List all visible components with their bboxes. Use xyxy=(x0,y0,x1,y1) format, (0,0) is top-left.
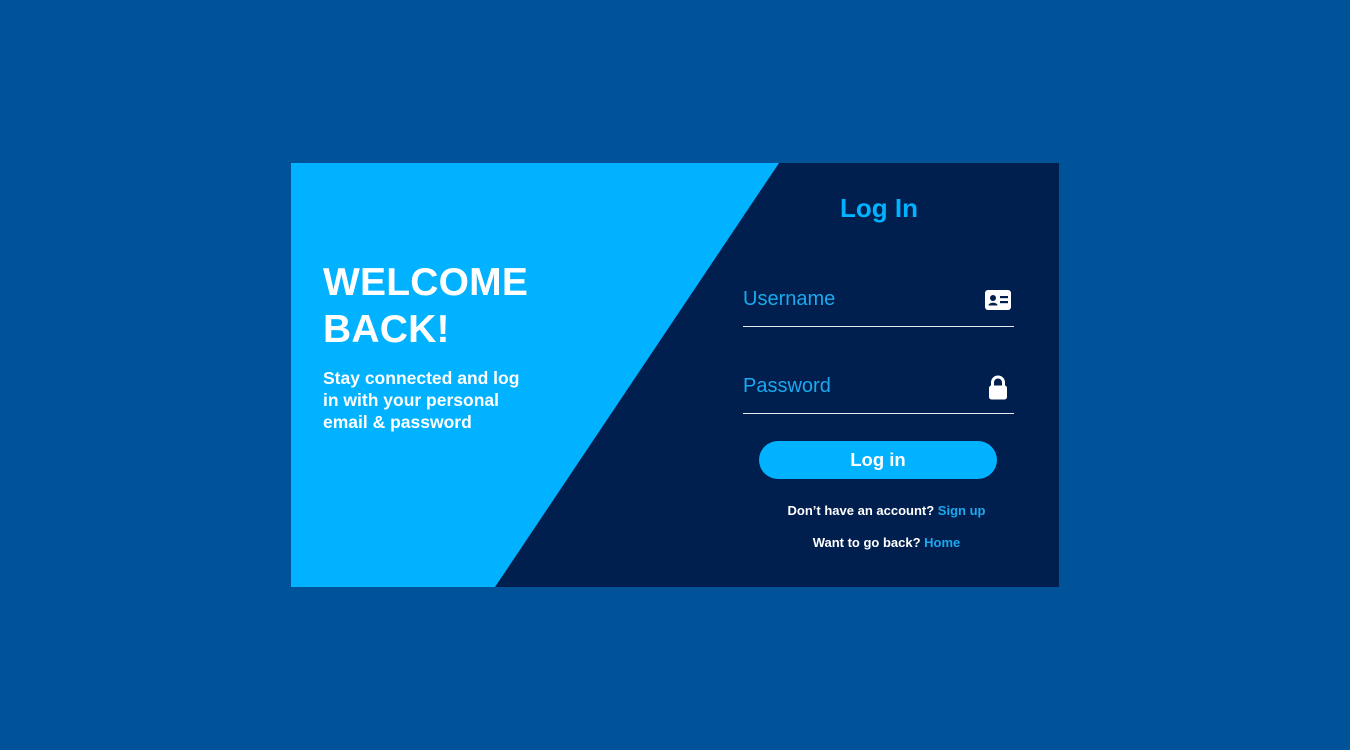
home-line: Want to go back? Home xyxy=(751,535,1022,550)
home-link[interactable]: Home xyxy=(924,535,960,550)
home-prompt: Want to go back? xyxy=(812,535,921,550)
welcome-title-line2: BACK! xyxy=(323,308,450,351)
password-field xyxy=(743,367,1014,414)
welcome-section: WELCOME BACK! Stay connected and log in … xyxy=(323,259,583,433)
login-title: Log In xyxy=(840,193,918,223)
signup-link[interactable]: Sign up xyxy=(938,503,986,518)
welcome-title-line1: WELCOME xyxy=(323,261,529,304)
username-input[interactable] xyxy=(743,284,968,314)
signup-line: Don’t have an account? Sign up xyxy=(751,503,1022,518)
welcome-title: WELCOME BACK! xyxy=(323,259,583,353)
signup-prompt: Don’t have an account? xyxy=(787,503,935,518)
login-button[interactable]: Log in xyxy=(759,441,997,479)
lock-icon xyxy=(989,375,1007,400)
welcome-subtitle: Stay connected and log in with your pers… xyxy=(323,368,520,432)
id-card-icon xyxy=(985,290,1011,310)
login-card: WELCOME BACK! Stay connected and log in … xyxy=(291,163,1059,587)
username-field xyxy=(743,280,1014,327)
password-input[interactable] xyxy=(743,371,968,401)
